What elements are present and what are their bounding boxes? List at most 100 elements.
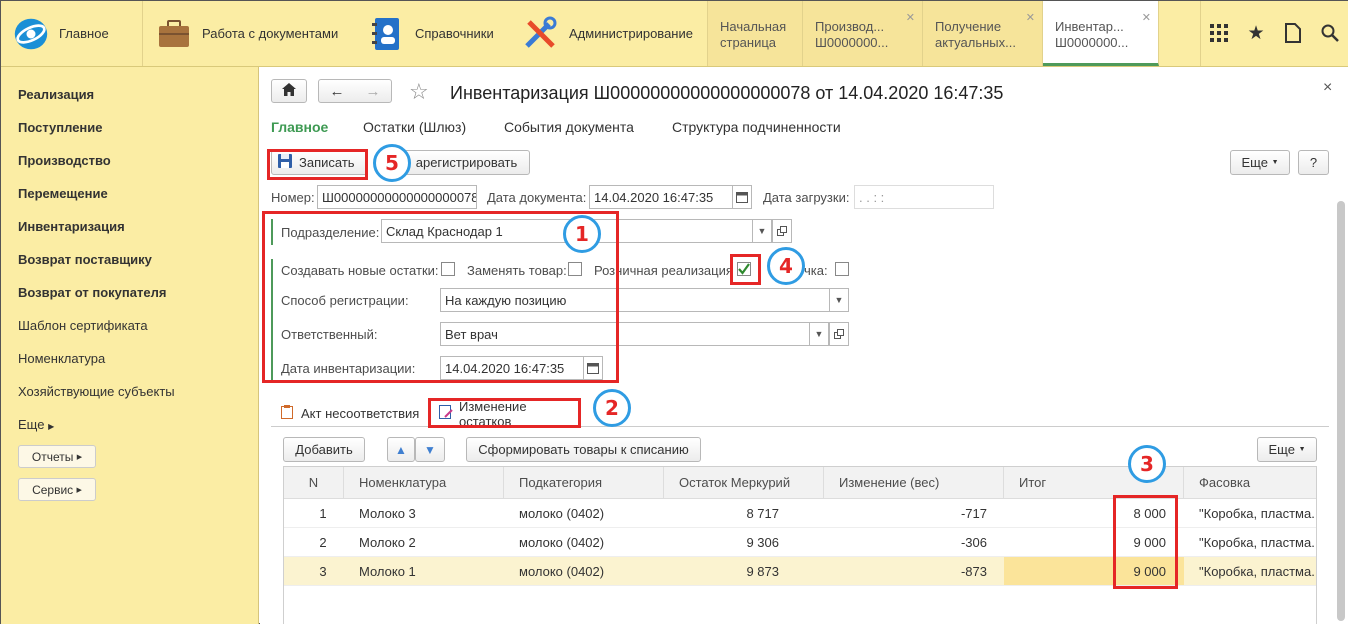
open-icon[interactable] bbox=[829, 322, 849, 346]
doc-date-label: Дата документа: bbox=[487, 190, 587, 205]
load-date-field[interactable]: . . : : bbox=[854, 185, 994, 209]
sidebar-item-transfer[interactable]: Перемещение bbox=[18, 186, 108, 201]
highlight-box-checkbox bbox=[730, 254, 761, 285]
cell-packing: "Коробка, пластма... bbox=[1184, 528, 1316, 557]
open-tab-home[interactable]: Начальная страница bbox=[708, 1, 803, 66]
arrow-up-icon: ▲ bbox=[395, 442, 407, 457]
briefcase-icon bbox=[156, 16, 192, 52]
service-button[interactable]: Сервис ▶ bbox=[18, 478, 96, 501]
home-button[interactable] bbox=[271, 79, 307, 103]
sidebar-item-certificate-template[interactable]: Шаблон сертификата bbox=[18, 318, 148, 333]
page-title: Инвентаризация Ш00000000000000000078 от … bbox=[450, 83, 1004, 103]
register-button[interactable]: арегистрировать bbox=[403, 150, 530, 175]
address-book-icon bbox=[369, 16, 405, 52]
chevron-down-icon[interactable]: ▼ bbox=[809, 322, 829, 346]
tab-act-mismatch[interactable]: Акт несоответствия bbox=[281, 399, 419, 427]
tab-label: Инвентар... Ш0000000... bbox=[1055, 19, 1129, 50]
arrow-down-icon: ▼ bbox=[424, 442, 436, 457]
chevron-down-icon[interactable]: ▼ bbox=[829, 288, 849, 312]
cell-packing: "Коробка, пластма... bbox=[1184, 499, 1316, 528]
close-icon[interactable]: ✕ bbox=[1026, 10, 1035, 26]
tab-label: Начальная страница bbox=[720, 19, 787, 50]
reports-button[interactable]: Отчеты ▶ bbox=[18, 445, 96, 468]
number-field[interactable]: Ш00000000000000000078 bbox=[317, 185, 477, 209]
section-label: Работа с документами bbox=[202, 26, 339, 41]
move-up-button[interactable]: ▲ bbox=[387, 437, 415, 462]
forward-arrow-icon[interactable]: → bbox=[366, 83, 381, 100]
sidebar-item-production[interactable]: Производство bbox=[18, 153, 111, 168]
column-header[interactable]: Фасовка bbox=[1184, 467, 1316, 499]
callout-marker: 4 bbox=[767, 247, 805, 285]
cell-subcategory: молоко (0402) bbox=[504, 528, 664, 557]
table-more-button[interactable]: Еще ▼ bbox=[1257, 437, 1317, 462]
add-button[interactable]: Добавить bbox=[283, 437, 365, 462]
grid-icon[interactable] bbox=[1207, 21, 1231, 45]
sidebar-item-nomenclature[interactable]: Номенклатура bbox=[18, 351, 105, 366]
history-nav: ← → bbox=[318, 79, 392, 103]
column-header[interactable]: Номенклатура bbox=[344, 467, 504, 499]
cell-change: -306 bbox=[824, 528, 1004, 557]
section-catalogs[interactable]: Справочники bbox=[369, 1, 494, 66]
highlight-box-totals bbox=[1113, 495, 1178, 589]
help-button[interactable]: ? bbox=[1298, 150, 1329, 175]
sidebar-item-receipt[interactable]: Поступление bbox=[18, 120, 103, 135]
callout-marker: 2 bbox=[593, 389, 631, 427]
search-icon[interactable] bbox=[1318, 21, 1342, 45]
sidebar-item-inventory[interactable]: Инвентаризация bbox=[18, 219, 125, 234]
open-tab-receiving[interactable]: Получение актуальных... ✕ bbox=[923, 1, 1043, 66]
number-label: Номер: bbox=[271, 190, 315, 205]
section-main[interactable]: Главное bbox=[13, 1, 109, 66]
tab-main[interactable]: Главное bbox=[271, 119, 328, 135]
tab-balances-gateway[interactable]: Остатки (Шлюз) bbox=[363, 119, 466, 135]
close-form-icon[interactable]: × bbox=[1323, 79, 1332, 97]
open-tab-production[interactable]: Производ... Ш0000000... ✕ bbox=[803, 1, 923, 66]
form-writeoff-button[interactable]: Сформировать товары к списанию bbox=[466, 437, 701, 462]
cell-change: -873 bbox=[824, 557, 1004, 586]
sidebar-item-return-customer[interactable]: Возврат от покупателя bbox=[18, 285, 166, 300]
sidebar-item-sales[interactable]: Реализация bbox=[18, 87, 94, 102]
chevron-down-icon[interactable]: ▼ bbox=[752, 219, 772, 243]
sidebar-item-more[interactable]: Еще ▶ bbox=[18, 417, 54, 432]
section-admin[interactable]: Администрирование bbox=[523, 1, 693, 66]
last-option-label: чка: bbox=[804, 263, 828, 278]
section-documents[interactable]: Работа с документами bbox=[156, 1, 338, 66]
last-option-checkbox[interactable] bbox=[835, 262, 849, 276]
close-icon[interactable]: ✕ bbox=[1142, 10, 1151, 26]
sidebar-item-entities[interactable]: Хозяйствующие субъекты bbox=[18, 384, 175, 399]
column-header[interactable]: Подкатегория bbox=[504, 467, 664, 499]
chevron-right-icon: ▶ bbox=[48, 422, 55, 431]
highlight-box-save bbox=[267, 149, 368, 180]
open-icon[interactable] bbox=[772, 219, 792, 243]
tab-document-events[interactable]: События документа bbox=[504, 119, 634, 135]
calendar-icon[interactable] bbox=[732, 185, 752, 209]
more-label: Еще bbox=[1268, 442, 1295, 457]
chevron-right-icon: ▶ bbox=[76, 486, 82, 494]
favorite-star-icon[interactable]: ☆ bbox=[409, 79, 429, 105]
move-down-button[interactable]: ▼ bbox=[415, 437, 445, 462]
column-header[interactable]: Остаток Меркурий bbox=[664, 467, 824, 499]
chevron-down-icon: ▼ bbox=[1271, 159, 1279, 166]
cell-mercury-balance: 9 306 bbox=[664, 528, 824, 557]
section-label: Главное bbox=[59, 26, 109, 41]
star-icon[interactable]: ★ bbox=[1244, 21, 1268, 45]
sidebar-item-return-supplier[interactable]: Возврат поставщику bbox=[18, 252, 152, 267]
close-icon[interactable]: ✕ bbox=[906, 10, 915, 26]
load-date-label: Дата загрузки: bbox=[763, 190, 850, 205]
tab-subordination[interactable]: Структура подчиненности bbox=[672, 119, 841, 135]
open-tab-inventory[interactable]: Инвентар... Ш0000000... ✕ bbox=[1043, 1, 1159, 66]
callout-marker: 1 bbox=[563, 215, 601, 253]
cell-packing: "Коробка, пластма... bbox=[1184, 557, 1316, 586]
more-button[interactable]: Еще ▼ bbox=[1230, 150, 1290, 175]
column-header[interactable]: Изменение (вес) bbox=[824, 467, 1004, 499]
logo-icon bbox=[13, 16, 49, 52]
more-label: Еще bbox=[18, 417, 45, 432]
column-header[interactable]: N bbox=[284, 467, 344, 499]
back-arrow-icon[interactable]: ← bbox=[330, 83, 345, 100]
clipboard-icon bbox=[281, 404, 293, 422]
service-label: Сервис bbox=[32, 482, 74, 497]
scrollbar[interactable] bbox=[1337, 201, 1345, 621]
history-icon[interactable] bbox=[1281, 21, 1305, 45]
doc-date-field[interactable]: 14.04.2020 16:47:35 bbox=[589, 185, 733, 209]
chevron-down-icon: ▼ bbox=[1298, 446, 1306, 453]
tab-label: Получение актуальных... bbox=[935, 19, 1016, 50]
